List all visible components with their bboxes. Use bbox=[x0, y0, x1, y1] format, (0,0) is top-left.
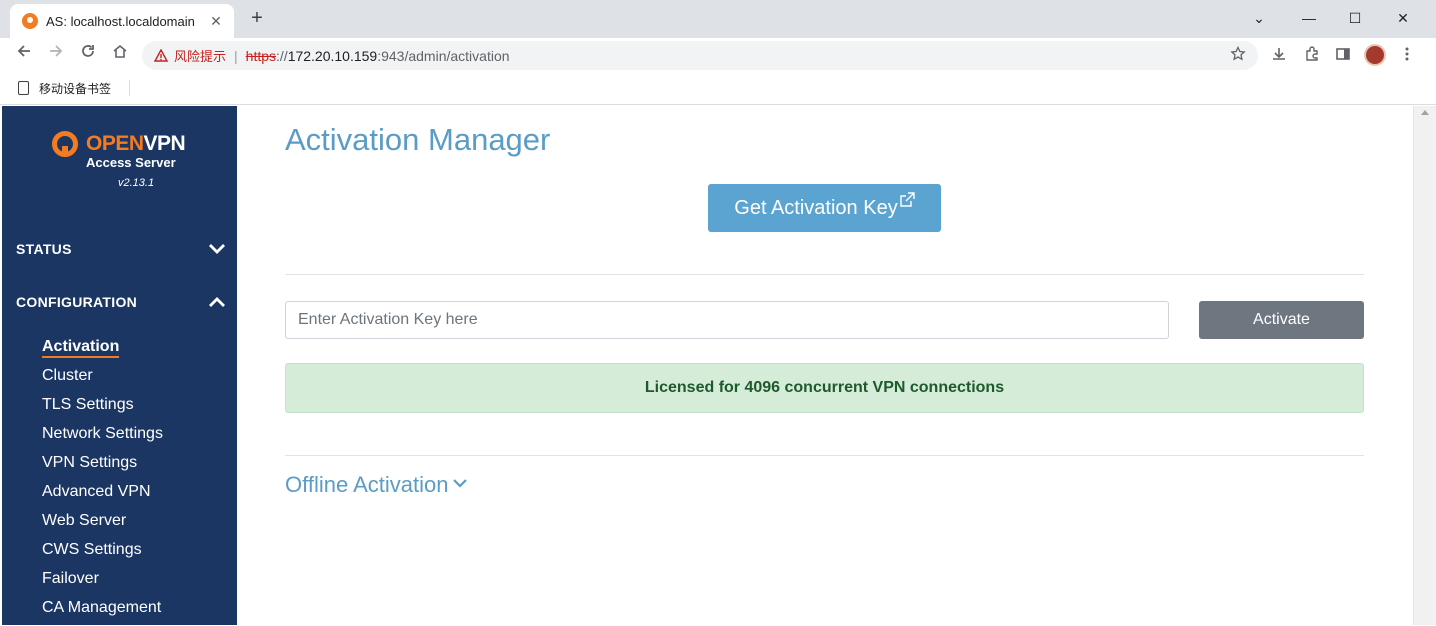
get-activation-key-button[interactable]: Get Activation Key bbox=[708, 184, 941, 232]
offline-activation-toggle[interactable]: Offline Activation bbox=[285, 472, 468, 498]
sidebar-item-advanced-vpn[interactable]: Advanced VPN bbox=[42, 481, 163, 510]
logo-brand-text: OPENVPN bbox=[86, 132, 186, 156]
window-close-button[interactable]: ✕ bbox=[1380, 6, 1426, 30]
url-scheme: https bbox=[245, 47, 277, 64]
section-configuration[interactable]: CONFIGURATION bbox=[16, 290, 231, 314]
divider bbox=[285, 455, 1364, 456]
offline-activation-label: Offline Activation bbox=[285, 472, 449, 497]
new-tab-button[interactable]: + bbox=[246, 8, 268, 30]
activation-key-input[interactable] bbox=[285, 301, 1169, 339]
page-title: Activation Manager bbox=[285, 122, 551, 157]
divider bbox=[285, 274, 1364, 275]
reload-icon[interactable] bbox=[76, 43, 100, 67]
sidebar-item-label: Activation bbox=[42, 338, 120, 358]
external-link-icon bbox=[900, 192, 915, 207]
license-status-alert: Licensed for 4096 concurrent VPN connect… bbox=[285, 363, 1364, 413]
maximize-button[interactable]: ☐ bbox=[1332, 6, 1378, 30]
sidebar-item-tls-settings[interactable]: TLS Settings bbox=[42, 394, 163, 423]
get-activation-key-label: Get Activation Key bbox=[734, 197, 898, 219]
section-status-label: STATUS bbox=[16, 241, 72, 257]
warning-icon bbox=[153, 48, 169, 63]
window-menu-icon[interactable]: ⌄ bbox=[1236, 6, 1282, 30]
logo-brand-vpn: VPN bbox=[143, 132, 186, 155]
sidebar-item-activation[interactable]: Activation bbox=[42, 336, 163, 365]
browser-menu-icon[interactable] bbox=[1398, 46, 1416, 64]
security-warning-label[interactable]: 风险提示 bbox=[174, 46, 226, 65]
bookmarks-divider bbox=[129, 80, 131, 96]
sidebar-item-web-server[interactable]: Web Server bbox=[42, 510, 163, 539]
openvpn-logo[interactable]: OPENVPN Access Server v2.13.1 bbox=[52, 128, 202, 193]
back-icon[interactable] bbox=[12, 43, 36, 67]
chevron-down-icon bbox=[209, 244, 225, 254]
address-bar[interactable]: 风险提示 | https :// 172.20.10.159 :943/admi… bbox=[142, 41, 1258, 70]
configuration-menu: Activation Cluster TLS Settings Network … bbox=[42, 336, 163, 626]
activate-button[interactable]: Activate bbox=[1199, 301, 1364, 339]
sidebar-item-cws-settings[interactable]: CWS Settings bbox=[42, 539, 163, 568]
tab-title: AS: localhost.localdomain bbox=[46, 13, 195, 29]
forward-icon[interactable] bbox=[44, 43, 68, 67]
side-panel-icon[interactable] bbox=[1334, 46, 1352, 64]
url-scheme-separator: :// bbox=[276, 47, 288, 64]
openvpn-favicon-icon bbox=[22, 13, 38, 29]
browser-tab[interactable]: AS: localhost.localdomain ✕ bbox=[10, 4, 234, 38]
logo-brand-open: OPEN bbox=[86, 132, 144, 155]
chevron-down-icon bbox=[453, 479, 468, 488]
url-path: :943/admin/activation bbox=[377, 47, 510, 64]
profile-avatar[interactable] bbox=[1364, 44, 1386, 66]
scroll-up-arrow-icon[interactable] bbox=[1421, 110, 1429, 115]
sidebar-item-failover[interactable]: Failover bbox=[42, 568, 163, 597]
download-icon[interactable] bbox=[1270, 46, 1288, 64]
sidebar-item-vpn-settings[interactable]: VPN Settings bbox=[42, 452, 163, 481]
mobile-bookmark-icon bbox=[18, 81, 29, 95]
section-status[interactable]: STATUS bbox=[16, 237, 231, 261]
bookmark-item-mobile[interactable]: 移动设备书签 bbox=[39, 80, 111, 97]
page-scrollbar[interactable] bbox=[1413, 106, 1436, 625]
main-content: Activation Manager Get Activation Key Ac… bbox=[237, 106, 1413, 625]
chevron-up-icon bbox=[209, 297, 225, 307]
logo-subtitle: Access Server bbox=[86, 155, 176, 170]
sidebar-item-network-settings[interactable]: Network Settings bbox=[42, 423, 163, 452]
bookmark-star-icon[interactable] bbox=[1230, 45, 1246, 67]
openvpn-logo-mark-icon bbox=[52, 131, 78, 157]
browser-toolbar: 风险提示 | https :// 172.20.10.159 :943/admi… bbox=[0, 38, 1436, 72]
home-icon[interactable] bbox=[108, 43, 132, 67]
bookmarks-bar: 移动设备书签 bbox=[0, 72, 1436, 105]
version-label: v2.13.1 bbox=[118, 177, 155, 189]
browser-tab-bar: AS: localhost.localdomain ✕ + ⌄ — ☐ ✕ bbox=[0, 0, 1436, 38]
minimize-button[interactable]: — bbox=[1286, 6, 1332, 30]
page: OPENVPN Access Server v2.13.1 STATUS CON… bbox=[0, 106, 1436, 625]
url-host: 172.20.10.159 bbox=[287, 47, 378, 64]
sidebar-item-ca-management[interactable]: CA Management bbox=[42, 597, 163, 626]
extensions-icon[interactable] bbox=[1303, 46, 1321, 64]
sidebar-item-cluster[interactable]: Cluster bbox=[42, 365, 163, 394]
sidebar: OPENVPN Access Server v2.13.1 STATUS CON… bbox=[2, 106, 237, 625]
tab-close-icon[interactable]: ✕ bbox=[208, 13, 224, 30]
section-configuration-label: CONFIGURATION bbox=[16, 294, 138, 310]
address-separator: | bbox=[234, 47, 238, 64]
